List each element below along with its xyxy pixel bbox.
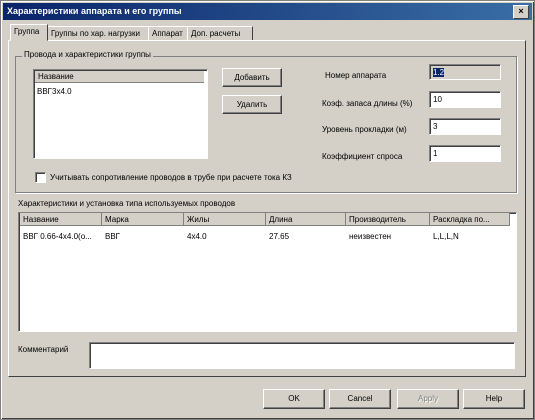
cell-length: 27.65 (269, 232, 290, 241)
laying-level-label: Уровень прокладки (м) (322, 125, 407, 134)
tab-extra-calc[interactable]: Доп. расчеты (187, 26, 253, 41)
cell-brand: ВВГ (105, 232, 121, 241)
delete-button[interactable]: Удалить (222, 95, 282, 114)
help-button[interactable]: Help (463, 389, 525, 409)
column-header-manufacturer[interactable]: Производитель (346, 213, 430, 226)
column-header-length[interactable]: Длина (266, 213, 346, 226)
groupbox-legend: Провода и характеристики группы (22, 50, 153, 59)
column-header-layout[interactable]: Раскладка по... (430, 213, 510, 226)
list-header[interactable]: Название (35, 71, 204, 83)
list-item[interactable]: ВВГ3х4.0 (37, 87, 72, 96)
kz-resistance-label: Учитывать сопротивление проводов в трубе… (50, 173, 292, 182)
wires-table-caption: Характеристики и установка типа использу… (18, 199, 236, 208)
cell-manufacturer: неизвестен (349, 232, 392, 241)
tab-group[interactable]: Группа (10, 24, 48, 41)
apparatus-number-label: Номер аппарата (325, 71, 387, 80)
column-header-cores[interactable]: Жилы (184, 213, 266, 226)
kz-resistance-checkbox[interactable] (35, 172, 46, 183)
wires-listbox[interactable]: Название ВВГ3х4.0 (33, 69, 208, 159)
cell-layout: L,L,L,N (433, 232, 459, 241)
demand-coef-label: Коэффициент спроса (322, 152, 403, 161)
close-button[interactable]: × (513, 5, 529, 19)
cell-name: ВВГ 0.66-4х4.0(о... (23, 232, 92, 241)
comment-input[interactable] (89, 342, 515, 369)
title-bar[interactable]: Характеристики аппарата и его группы × (3, 3, 532, 20)
demand-coef-input[interactable]: 1 (429, 145, 501, 162)
add-button[interactable]: Добавить (222, 68, 282, 87)
cancel-button[interactable]: Cancel (329, 389, 391, 409)
column-header-brand[interactable]: Марка (102, 213, 184, 226)
window-title: Характеристики аппарата и его группы (7, 6, 182, 16)
cell-cores: 4х4.0 (187, 232, 207, 241)
wires-table: Название Марка Жилы Длина Производитель … (18, 212, 517, 332)
ok-button[interactable]: OK (263, 389, 325, 409)
reserve-coef-input[interactable]: 10 (429, 91, 501, 108)
reserve-coef-label: Коэф. запаса длины (%) (322, 99, 413, 108)
tab-load-groups[interactable]: Группы по хар. нагрузки (47, 26, 153, 41)
comment-label: Комментарий (18, 345, 69, 354)
apply-button[interactable]: Apply (397, 389, 459, 409)
tab-apparatus[interactable]: Аппарат (148, 26, 190, 41)
column-header-name[interactable]: Название (20, 213, 102, 226)
apparatus-number-field: 1.2 (429, 64, 501, 80)
laying-level-input[interactable]: 3 (429, 118, 501, 135)
